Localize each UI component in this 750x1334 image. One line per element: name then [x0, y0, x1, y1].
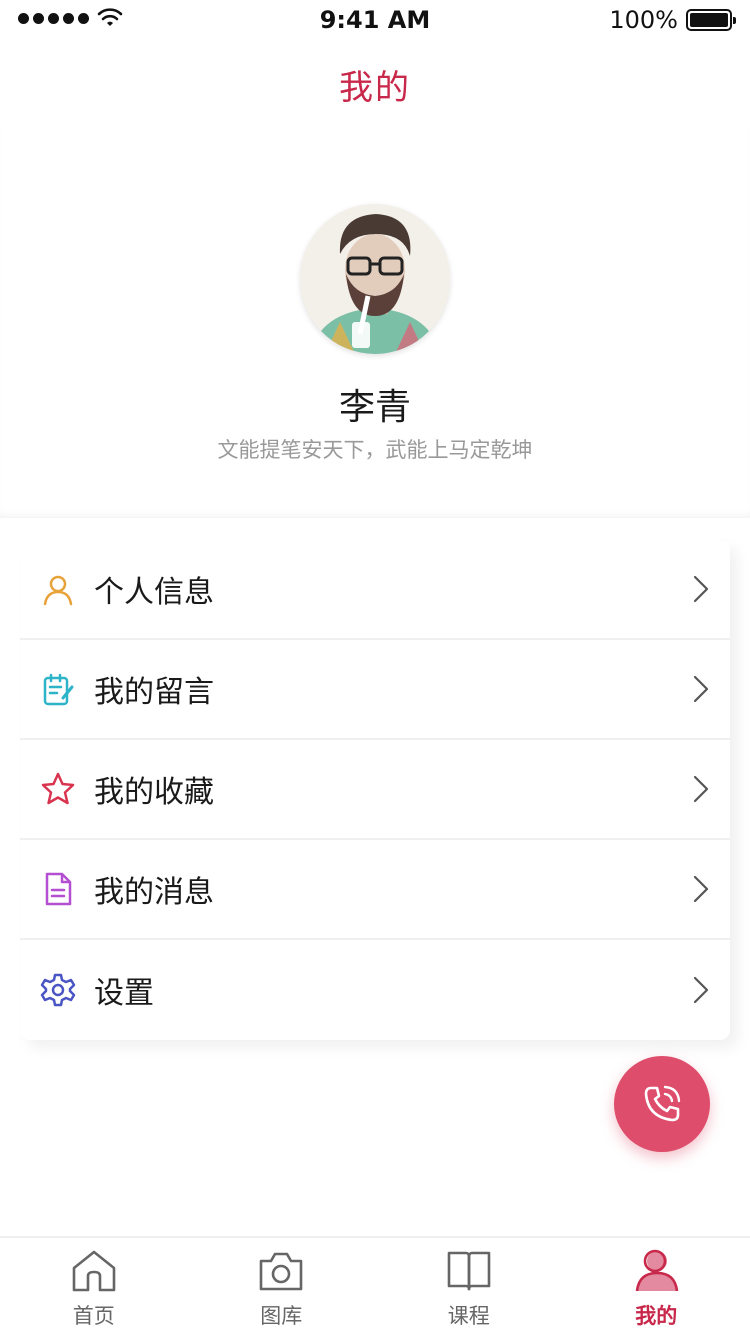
menu-label: 我的留言	[94, 675, 214, 710]
avatar[interactable]	[300, 204, 450, 354]
user-icon	[38, 569, 78, 609]
note-icon	[38, 669, 78, 709]
tab-label: 课程	[447, 1304, 490, 1328]
chevron-right-icon	[686, 975, 716, 1005]
document-icon	[38, 869, 78, 909]
chevron-right-icon	[686, 774, 716, 804]
avatar-illustration	[300, 204, 450, 354]
chevron-right-icon	[686, 874, 716, 904]
menu-item-my-comments[interactable]: 我的留言	[20, 640, 730, 740]
battery-icon	[686, 9, 736, 31]
call-button[interactable]	[614, 1056, 710, 1152]
status-bar: 9:41 AM 100%	[0, 0, 750, 40]
profile-header: 李青 文能提笔安天下，武能上马定乾坤	[0, 128, 750, 518]
tab-home[interactable]: 首页	[0, 1238, 188, 1334]
tab-label: 图库	[260, 1304, 303, 1328]
tab-profile[interactable]: 我的	[563, 1238, 750, 1334]
tab-label: 我的	[635, 1304, 678, 1328]
status-right: 100%	[609, 6, 736, 34]
tab-bar: 首页 图库 课程 我的	[0, 1236, 750, 1334]
menu-label: 设置	[94, 976, 154, 1011]
star-icon	[38, 769, 78, 809]
chevron-right-icon	[686, 674, 716, 704]
page-title: 我的	[339, 67, 411, 108]
menu-item-profile-info[interactable]: 个人信息	[20, 540, 730, 640]
phone-icon	[644, 1085, 681, 1122]
gear-icon	[38, 970, 78, 1010]
battery-percent: 100%	[609, 6, 678, 34]
nav-bar: 我的	[0, 40, 750, 128]
user-motto: 文能提笔安天下，武能上马定乾坤	[217, 438, 533, 462]
tab-gallery[interactable]: 图库	[188, 1238, 376, 1334]
tab-courses[interactable]: 课程	[375, 1238, 563, 1334]
chevron-right-icon	[686, 574, 716, 604]
user-name: 李青	[338, 387, 411, 428]
menu-label: 个人信息	[94, 575, 214, 610]
menu-item-settings[interactable]: 设置	[20, 940, 730, 1040]
profile-icon	[631, 1246, 681, 1296]
menu-item-my-messages[interactable]: 我的消息	[20, 840, 730, 940]
menu-label: 我的收藏	[94, 775, 214, 810]
menu-label: 我的消息	[94, 875, 214, 910]
book-icon	[444, 1246, 494, 1296]
tab-label: 首页	[72, 1304, 115, 1328]
home-icon	[69, 1246, 119, 1296]
camera-icon	[256, 1246, 306, 1296]
menu-item-my-favorites[interactable]: 我的收藏	[20, 740, 730, 840]
menu-card: 个人信息 我的留言 我的收藏 我的消息 设置	[20, 540, 730, 1040]
